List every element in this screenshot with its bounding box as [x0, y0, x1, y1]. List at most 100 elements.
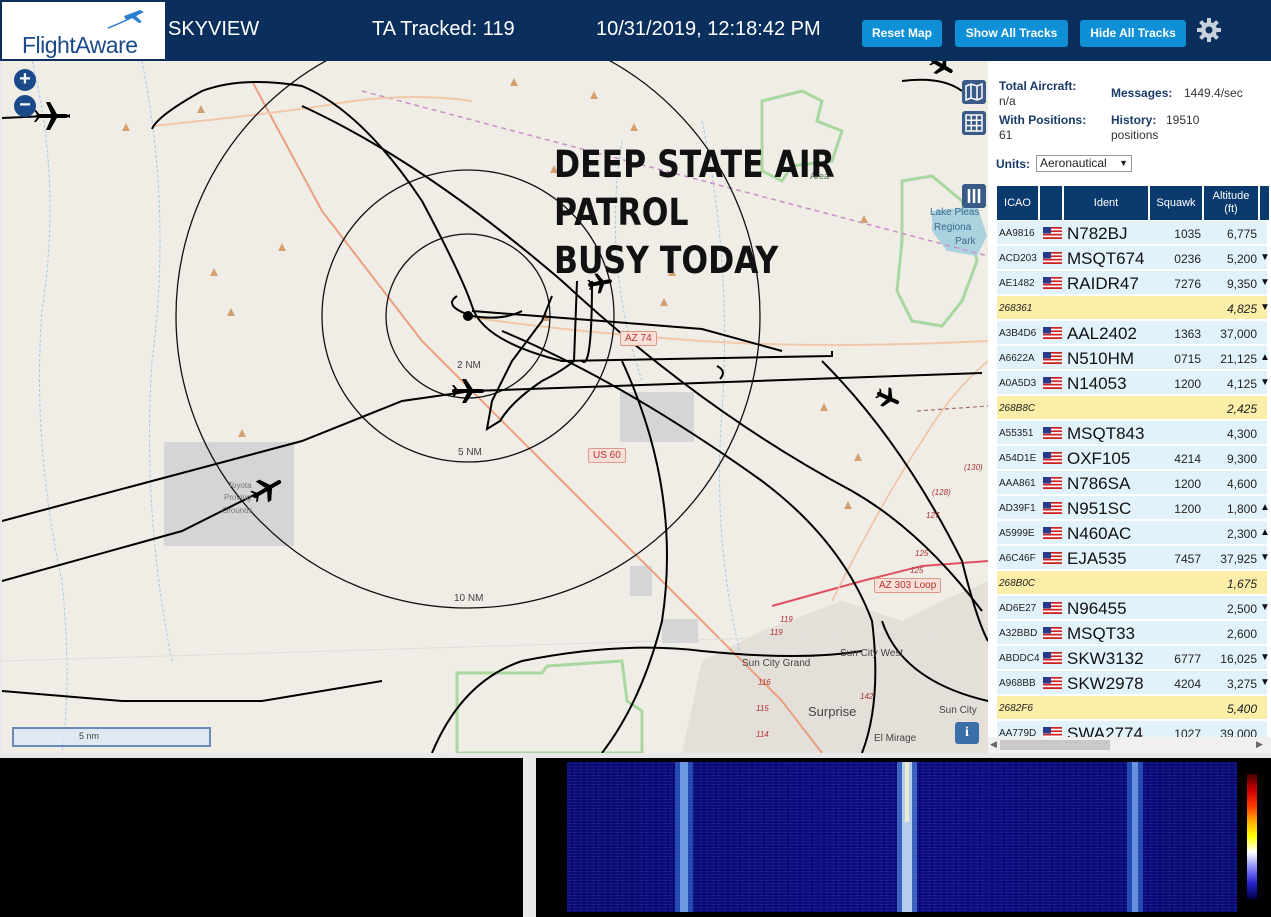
ident-cell: SKW3132 [1067, 649, 1144, 668]
hwy-115: 115 [756, 704, 769, 713]
table-row[interactable]: AD39F1 N951SC 1200 1,800 ▲ [997, 496, 1270, 520]
altitude-cell: 21,125 [1220, 352, 1257, 366]
table-row[interactable]: AA9816 N782BJ 1035 6,775 [997, 221, 1267, 245]
top-header: FlightAware SKYVIEW TA Tracked: 119 10/3… [0, 0, 1271, 61]
altitude-cell: 1,800 [1226, 502, 1257, 516]
ta-tracked-count: TA Tracked: 119 [372, 18, 515, 40]
table-row[interactable]: ABDDC4 SKW3132 6777 16,025 ▼ [997, 646, 1270, 670]
with-positions-value: 61 [999, 128, 1013, 142]
hide-all-tracks-button[interactable]: Hide All Tracks [1080, 20, 1186, 47]
place-sun-city: Sun City [939, 705, 977, 716]
place-sun-city-grand: Sun City Grand [742, 658, 811, 669]
table-row[interactable]: A968BB SKW2978 4204 3,275 ▼ [997, 671, 1270, 695]
ident-cell: SKW2978 [1067, 674, 1144, 693]
scroll-right-icon[interactable]: ▶ [1256, 739, 1263, 750]
map-view[interactable]: 2 NM 5 NM 10 NM AZ 74 US 60 AZ 303 Loop … [2, 61, 988, 753]
ident-cell: N951SC [1067, 499, 1132, 518]
icao-cell: 2682F6 [999, 703, 1033, 714]
us-flag-icon [1043, 327, 1062, 339]
ident-cell: RAIDR47 [1067, 274, 1139, 293]
altitude-cell: 37,925 [1220, 552, 1257, 566]
place-proving: Proving [224, 493, 252, 502]
ident-cell: N96455 [1067, 599, 1127, 618]
zoom-out-button[interactable]: − [14, 95, 36, 117]
color-scale-bar [1247, 774, 1257, 899]
gear-icon[interactable] [1196, 17, 1222, 43]
table-row[interactable]: ACD203 MSQT674 0236 5,200 ▼ [997, 246, 1270, 270]
scroll-left-icon[interactable]: ◀ [990, 739, 997, 750]
us-flag-icon [1043, 502, 1062, 514]
col-icao[interactable]: ICAO [997, 186, 1040, 220]
altitude-cell: 2,600 [1226, 627, 1257, 641]
hwy-130: (130) [964, 463, 983, 472]
ident-cell: N14053 [1067, 374, 1127, 393]
table-row[interactable]: 2682F6 5,400 [997, 696, 1267, 720]
altitude-trend-icon: ▲ [1260, 502, 1270, 513]
history-unit: positions [1111, 128, 1159, 142]
squawk-cell: 6777 [1174, 652, 1201, 666]
icao-cell: A968BB [999, 678, 1036, 689]
table-row[interactable]: A3B4D6 AAL2402 1363 37,000 [997, 321, 1267, 345]
altitude-cell: 37,000 [1220, 327, 1257, 341]
road-label-az74: AZ 74 [620, 331, 657, 346]
table-row[interactable]: AAA861 N786SA 1200 4,600 [997, 471, 1267, 495]
place-toyota: Toyota [228, 481, 252, 490]
table-row[interactable]: 268361 4,825 ▼ [997, 296, 1270, 320]
table-row[interactable]: 268B0C 1,675 [997, 571, 1267, 595]
sidebar: Total Aircraft: n/a Messages: 1449.4/sec… [988, 61, 1271, 753]
col-flag[interactable] [1040, 186, 1064, 220]
horizontal-scrollbar[interactable]: ◀ ▶ [988, 737, 1271, 753]
altitude-trend-icon: ▼ [1260, 277, 1270, 288]
altitude-cell: 16,025 [1220, 652, 1257, 666]
us-flag-icon [1043, 627, 1062, 639]
az-74-road [461, 315, 988, 346]
aircraft-icon [34, 102, 70, 130]
reset-map-button[interactable]: Reset Map [862, 20, 942, 47]
ident-cell: EJA535 [1067, 549, 1127, 568]
columns-toggle-icon[interactable] [962, 184, 986, 208]
table-row[interactable]: 268B8C 2,425 [997, 396, 1267, 420]
col-altitude[interactable]: Altitude (ft) [1204, 186, 1260, 220]
flightaware-logo[interactable]: FlightAware [2, 2, 165, 59]
table-row[interactable]: A55351 MSQT843 4,300 [997, 421, 1267, 445]
col-ident[interactable]: Ident [1064, 186, 1150, 220]
us-flag-icon [1043, 227, 1062, 239]
grid-icon[interactable] [962, 111, 986, 135]
altitude-trend-icon: ▼ [1260, 652, 1270, 663]
hwy-128: (128) [932, 488, 951, 497]
us-flag-icon [1043, 602, 1062, 614]
table-row[interactable]: AD6E27 N96455 2,500 ▼ [997, 596, 1270, 620]
table-row[interactable]: A0A5D3 N14053 1200 4,125 ▼ [997, 371, 1270, 395]
place-sun-city-west: Sun City West [840, 648, 904, 659]
ring-label-10nm: 10 NM [454, 593, 484, 604]
table-row[interactable]: A6C46F EJA535 7457 37,925 ▼ [997, 546, 1270, 570]
squawk-cell: 1363 [1174, 327, 1201, 341]
ring-label-2nm: 2 NM [457, 360, 481, 371]
table-row[interactable]: A6622A N510HM 0715 21,125 ▲ [997, 346, 1270, 370]
show-all-tracks-button[interactable]: Show All Tracks [955, 20, 1068, 47]
units-select[interactable]: Aeronautical ▼ [1036, 155, 1132, 172]
ident-cell: MSQT674 [1067, 249, 1145, 268]
ring-label-5nm: 5 NM [458, 447, 482, 458]
table-row[interactable]: A54D1E OXF105 4214 9,300 [997, 446, 1267, 470]
overlay-caption: DEEP STATE AIR PATROL BUSY TODAY [554, 141, 923, 285]
icao-cell: A3B4D6 [999, 328, 1037, 339]
icao-cell: 268B8C [999, 403, 1036, 414]
table-row[interactable]: A5999E N460AC 2,300 ▲ [997, 521, 1270, 545]
info-button[interactable]: i [955, 722, 979, 744]
altitude-cell: 3,275 [1226, 677, 1257, 691]
map-layers-icon[interactable] [962, 80, 986, 104]
hwy-142: 142 [860, 692, 874, 701]
ident-cell: MSQT33 [1067, 624, 1136, 643]
gray-area-3 [630, 566, 652, 596]
table-row[interactable]: A32BBD MSQT33 2,600 [997, 621, 1267, 645]
with-positions-label: With Positions: [999, 113, 1087, 127]
us-flag-icon [1043, 252, 1062, 264]
altitude-trend-icon: ▼ [1260, 377, 1270, 388]
zoom-in-button[interactable]: + [14, 69, 36, 91]
scrollbar-thumb[interactable] [1000, 740, 1110, 750]
icao-cell: AAA861 [999, 478, 1036, 489]
table-row[interactable]: AE1482 RAIDR47 7276 9,350 ▼ [997, 271, 1270, 295]
col-squawk[interactable]: Squawk [1150, 186, 1204, 220]
dropdown-arrow-icon: ▼ [1119, 158, 1128, 168]
